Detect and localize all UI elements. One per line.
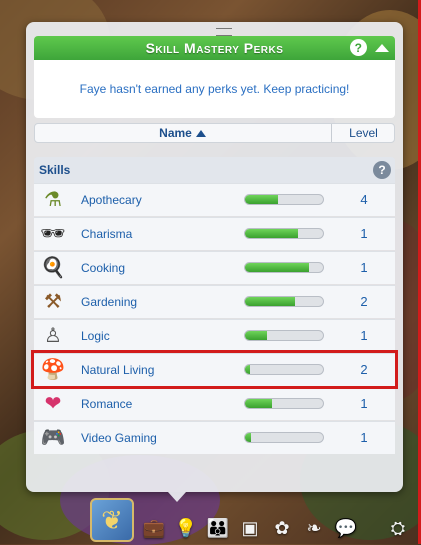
sort-by-name-button[interactable]: Name	[35, 124, 330, 142]
skill-name: Cooking	[81, 261, 126, 275]
skill-name: Apothecary	[81, 193, 142, 207]
gamepad-icon: 🎮	[40, 427, 66, 449]
skill-level: 1	[360, 226, 368, 241]
garden-tools-icon: ⚒	[44, 291, 62, 313]
skill-level: 2	[360, 362, 368, 377]
skill-row-cooking[interactable]: 🍳 Cooking 1	[34, 251, 395, 284]
skill-progress-bar	[244, 330, 324, 341]
skill-progress-fill	[245, 365, 250, 374]
skill-row-video-gaming[interactable]: 🎮 Video Gaming 1	[34, 421, 395, 454]
skills-lightbulb-icon[interactable]: 💡	[174, 516, 198, 540]
motives-icon[interactable]: ✿	[270, 516, 294, 540]
relationships-icon[interactable]: 👪	[206, 516, 230, 540]
skill-progress-bar	[244, 364, 324, 375]
skills-help-button[interactable]: ?	[373, 161, 391, 179]
skills-section-header: Skills ?	[34, 157, 395, 183]
sort-ascending-icon	[195, 129, 206, 137]
skill-progress-fill	[245, 263, 309, 272]
panel-title: Skill Mastery Perks	[145, 40, 284, 56]
traits-icon[interactable]: ❧	[302, 516, 326, 540]
skills-list: Skills ? ⚗ Apothecary 4 🕶 Charisma 1 🍳 Cooking 1…	[31, 153, 401, 454]
skill-progress-bar	[244, 296, 324, 307]
natural-living-icon: 🍄	[40, 359, 66, 381]
bottom-tab-bar: ❦ 💼 💡 👪 ▣ ✿ ❧ 💬 ⛭	[90, 498, 410, 544]
skill-name: Video Gaming	[81, 431, 157, 445]
sort-by-level-button[interactable]: Level	[331, 124, 395, 142]
heart-rose-icon: ❤	[44, 393, 62, 415]
mortar-pestle-icon: ⚗	[44, 189, 62, 211]
skill-row-romance[interactable]: ❤ Romance 1	[34, 387, 395, 420]
skill-level: 1	[360, 430, 368, 445]
skill-progress-fill	[245, 433, 252, 442]
skill-progress-bar	[244, 228, 324, 239]
skill-level: 2	[360, 294, 368, 309]
frying-pan-icon: 🍳	[40, 257, 66, 279]
perks-message: Faye hasn't earned any perks yet. Keep p…	[34, 60, 395, 118]
skill-progress-bar	[244, 398, 324, 409]
panel-header: Skill Mastery Perks ?	[34, 36, 395, 60]
sort-level-label: Level	[349, 126, 378, 140]
sunglasses-icon: 🕶	[40, 223, 66, 245]
skill-row-natural-living[interactable]: 🍄 Natural Living 2	[31, 350, 398, 389]
skill-row-gardening[interactable]: ⚒ Gardening 2	[34, 285, 395, 318]
chess-pawn-icon: ♙	[44, 325, 62, 347]
skill-progress-fill	[245, 399, 272, 408]
inventory-box-icon[interactable]: ▣	[238, 516, 262, 540]
skill-name: Charisma	[81, 227, 133, 241]
drag-handle[interactable]	[216, 28, 232, 36]
skill-progress-bar	[244, 262, 324, 273]
skill-progress-fill	[245, 331, 267, 340]
aspiration-butterfly-icon[interactable]: ❦	[90, 498, 134, 542]
sort-name-label: Name	[159, 126, 192, 140]
skill-progress-fill	[245, 229, 299, 238]
skill-level: 1	[360, 396, 368, 411]
skill-level: 4	[360, 192, 368, 207]
skill-progress-fill	[245, 297, 295, 306]
skill-progress-bar	[244, 432, 324, 443]
skill-progress-fill	[245, 195, 278, 204]
skill-mastery-panel: Skill Mastery Perks ? Faye hasn't earned…	[26, 22, 403, 492]
skill-row-charisma[interactable]: 🕶 Charisma 1	[34, 217, 395, 250]
skill-progress-bar	[244, 194, 324, 205]
career-briefcase-icon[interactable]: 💼	[142, 516, 166, 540]
skill-name: Natural Living	[81, 363, 155, 377]
skill-row-logic[interactable]: ♙ Logic 1	[34, 319, 395, 352]
skills-section-title: Skills	[39, 163, 71, 177]
skill-level: 1	[360, 328, 368, 343]
skill-name: Logic	[81, 329, 110, 343]
skill-level: 1	[360, 260, 368, 275]
sort-bar: Name Level	[34, 123, 395, 143]
skill-row-apothecary[interactable]: ⚗ Apothecary 4	[34, 183, 395, 216]
skill-name: Gardening	[81, 295, 138, 309]
chat-bubble-icon[interactable]: 💬	[334, 516, 358, 540]
skill-name: Romance	[81, 397, 133, 411]
collapse-arrow-icon[interactable]	[375, 43, 389, 52]
sim-info-icon[interactable]: ⛭	[386, 516, 410, 540]
help-button[interactable]: ?	[350, 39, 367, 56]
